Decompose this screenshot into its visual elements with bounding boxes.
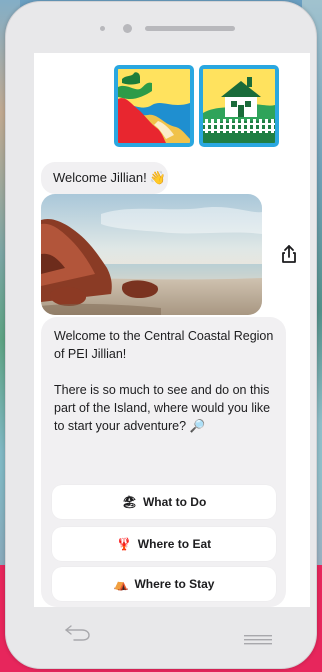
brand-logo <box>114 65 284 149</box>
share-button[interactable] <box>278 243 300 265</box>
where-to-eat-button[interactable]: 🦞 Where to Eat <box>52 527 276 561</box>
menu-icon[interactable] <box>244 634 272 646</box>
camera-dot <box>123 24 132 33</box>
back-icon[interactable] <box>62 622 92 642</box>
message-bubble: Welcome to the Central Coastal Region of… <box>41 317 286 607</box>
what-to-do-label: What to Do <box>142 495 207 509</box>
tent-icon: ⛺ <box>113 577 129 591</box>
where-to-eat-label: Where to Eat <box>137 537 212 551</box>
message-paragraph-1: Welcome to the Central Coastal Region of… <box>54 329 274 361</box>
welcome-bubble: Welcome Jillian! 👋 <box>41 162 168 194</box>
lobster-icon: 🦞 <box>116 537 132 551</box>
speaker-bar <box>145 26 235 31</box>
wave-emoji: 👋 <box>149 170 166 185</box>
sensor-dot <box>100 26 105 31</box>
message-paragraph-2: There is so much to see and do on this p… <box>54 383 271 433</box>
share-icon <box>282 245 296 263</box>
where-to-stay-button[interactable]: ⛺ Where to Stay <box>52 567 276 601</box>
chat-screen: Welcome Jillian! 👋 Welcome to the Centra… <box>34 53 310 607</box>
coast-photo[interactable] <box>41 194 262 315</box>
what-to-do-button[interactable]: 🏖 What to Do <box>52 485 276 519</box>
where-to-stay-label: Where to Stay <box>134 577 215 591</box>
phone-frame: Welcome Jillian! 👋 Welcome to the Centra… <box>5 1 317 669</box>
house-logo-tile <box>199 65 279 147</box>
welcome-text: Welcome Jillian! <box>53 170 147 185</box>
coast-logo-tile <box>114 65 194 147</box>
beach-icon: 🏖 <box>121 495 137 509</box>
